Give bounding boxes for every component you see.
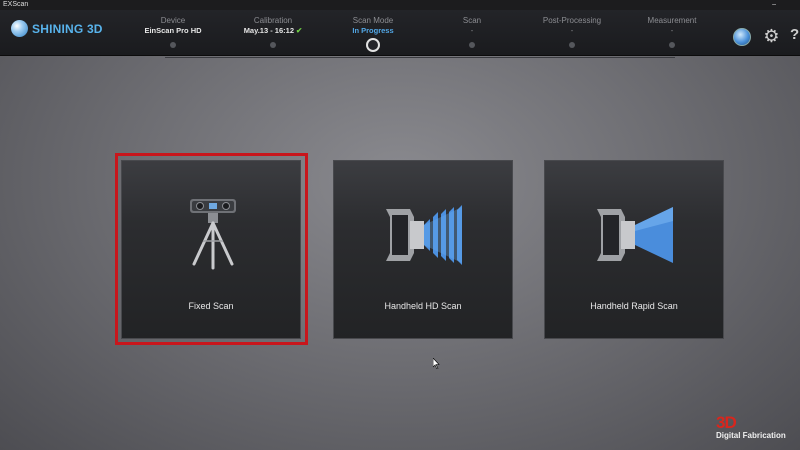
step-marker — [569, 42, 575, 48]
globe-icon[interactable] — [733, 28, 751, 46]
steps-track — [165, 57, 675, 58]
calibration-date: May.13 - 16:12 — [243, 26, 294, 35]
mouse-cursor-icon — [433, 358, 440, 369]
gear-icon[interactable]: ⚙ — [763, 27, 780, 45]
handheld-hd-scanner-icon — [386, 205, 462, 265]
minimize-button[interactable]: – — [772, 0, 776, 10]
step-marker — [669, 42, 675, 48]
brand-name: SHINING 3D — [32, 21, 103, 36]
step-label: Measurement — [647, 16, 697, 25]
step-measurement[interactable]: Measurement - — [612, 16, 732, 48]
watermark-logo: 3D Digital Fabrication — [716, 414, 786, 440]
step-value: - — [670, 26, 674, 35]
step-marker — [170, 42, 176, 48]
watermark-mark: 3D — [716, 413, 737, 432]
fixed-scan-card[interactable]: Fixed Scan — [121, 160, 301, 339]
brand-logo: SHINING 3D — [11, 20, 103, 37]
step-marker — [469, 42, 475, 48]
card-label: Fixed Scan — [188, 301, 234, 311]
card-label: Handheld Rapid Scan — [590, 301, 678, 311]
watermark-subtitle: Digital Fabrication — [716, 431, 786, 440]
handheld-rapid-scan-card[interactable]: Handheld Rapid Scan — [544, 160, 724, 339]
check-icon: ✔ — [296, 26, 303, 35]
handheld-hd-scan-card[interactable]: Handheld HD Scan — [333, 160, 513, 339]
top-bar: SHINING 3D Device EinScan Pro HD Calibra… — [0, 10, 800, 58]
brand-globe-icon — [11, 20, 28, 37]
current-step-ring — [366, 38, 380, 52]
question-icon[interactable]: ? — [790, 26, 799, 43]
card-label: Handheld HD Scan — [384, 301, 462, 311]
window-title: EXScan — [3, 1, 29, 8]
tripod-scanner-icon — [190, 199, 236, 270]
step-marker — [270, 42, 276, 48]
handheld-rapid-scanner-icon — [597, 207, 673, 263]
window-title-bar: EXScan – — [0, 0, 800, 10]
